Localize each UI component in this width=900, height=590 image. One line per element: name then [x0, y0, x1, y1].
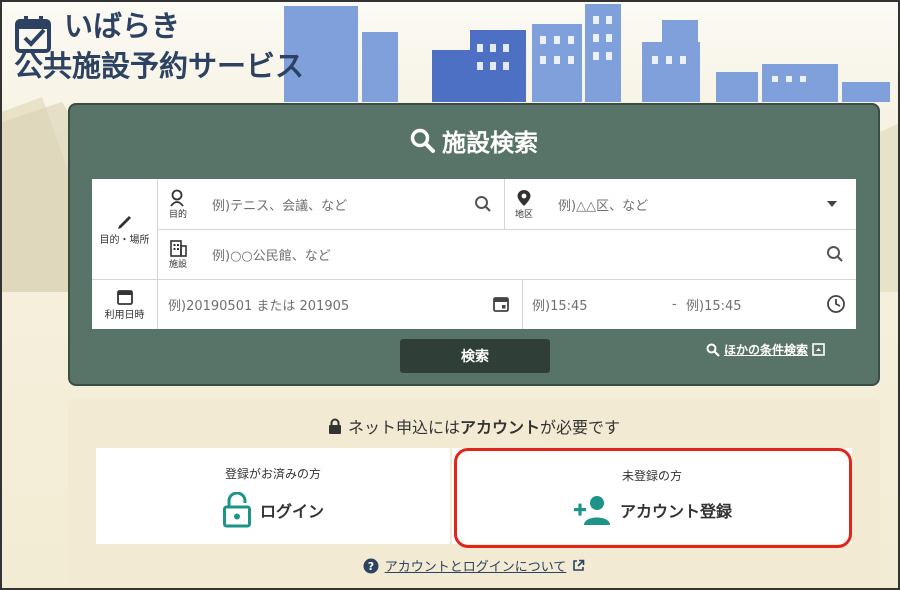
- login-card[interactable]: 登録がお済みの方 ログイン: [96, 448, 450, 544]
- external-link-icon: [573, 559, 585, 571]
- time-from-input[interactable]: 例)15:45: [532, 295, 672, 314]
- purpose-input[interactable]: 目的 例)テニス、会議、など: [158, 179, 504, 229]
- site-logo[interactable]: いばらき 公共施設予約サービス: [14, 8, 304, 84]
- building-icon: [170, 239, 187, 257]
- brand-line-1: いばらき: [64, 9, 181, 43]
- date-time-row-label: 利用日時: [92, 279, 158, 329]
- account-panel: ネット申込にはアカウントが必要です 登録がお済みの方 ログイン 未登録の方 アカ…: [68, 398, 880, 588]
- account-required-message: ネット申込にはアカウントが必要です: [68, 414, 880, 438]
- person-search-icon: [170, 189, 184, 207]
- brand-line-2: 公共施設予約サービス: [14, 49, 305, 83]
- search-form: 目的・場所 目的 例)テニス、会議、など 地区 例)△△区、など 施設 例)○○…: [92, 179, 856, 329]
- search-icon: [706, 343, 720, 357]
- facility-search-panel: 施設検索 目的・場所 目的 例)テニス、会議、など 地区 例)△△区、など 施設…: [68, 103, 880, 386]
- purpose-place-row-label: 目的・場所: [92, 179, 158, 279]
- registered-subtitle: 登録がお済みの方: [224, 466, 321, 481]
- account-help-link[interactable]: ? アカウントとログインについて: [68, 556, 880, 575]
- search-icon: [410, 128, 435, 153]
- search-button[interactable]: 検索: [400, 339, 550, 373]
- lock-icon: [328, 418, 341, 434]
- search-icon[interactable]: [474, 195, 492, 213]
- area-select[interactable]: 地区 例)△△区、など: [504, 179, 856, 229]
- map-pin-icon: [517, 189, 531, 206]
- unlock-icon: [222, 491, 251, 527]
- question-circle-icon: ?: [363, 558, 379, 573]
- facility-input[interactable]: 施設 例)○○公民館、など: [158, 229, 856, 279]
- time-range: 例)15:45 - 例)15:45: [522, 279, 856, 329]
- purpose-field-icon: 目的: [158, 189, 198, 220]
- clock-icon[interactable]: [826, 294, 846, 314]
- search-icon[interactable]: [826, 245, 844, 263]
- time-to-input[interactable]: 例)15:45: [686, 295, 826, 314]
- svg-text:?: ?: [367, 560, 373, 573]
- facility-field-icon: 施設: [158, 239, 198, 270]
- page: いばらき 公共施設予約サービス 施設検索 目的・場所 目的 例)テニス、会議、な…: [0, 0, 900, 590]
- time-separator: -: [672, 296, 677, 312]
- calendar-icon: [116, 289, 133, 305]
- area-field-icon: 地区: [504, 189, 544, 220]
- other-conditions-search-link[interactable]: ほかの条件検索: [706, 341, 825, 358]
- date-input[interactable]: 例)20190501 または 201905: [158, 279, 522, 329]
- login-button-label: ログイン: [259, 501, 324, 521]
- search-panel-title: 施設検索: [70, 123, 878, 158]
- caret-down-icon: [827, 201, 837, 207]
- calendar-picker-icon[interactable]: [492, 295, 510, 313]
- register-highlight-box: [454, 448, 852, 548]
- expand-icon: [812, 343, 825, 356]
- pencil-icon: [117, 215, 131, 229]
